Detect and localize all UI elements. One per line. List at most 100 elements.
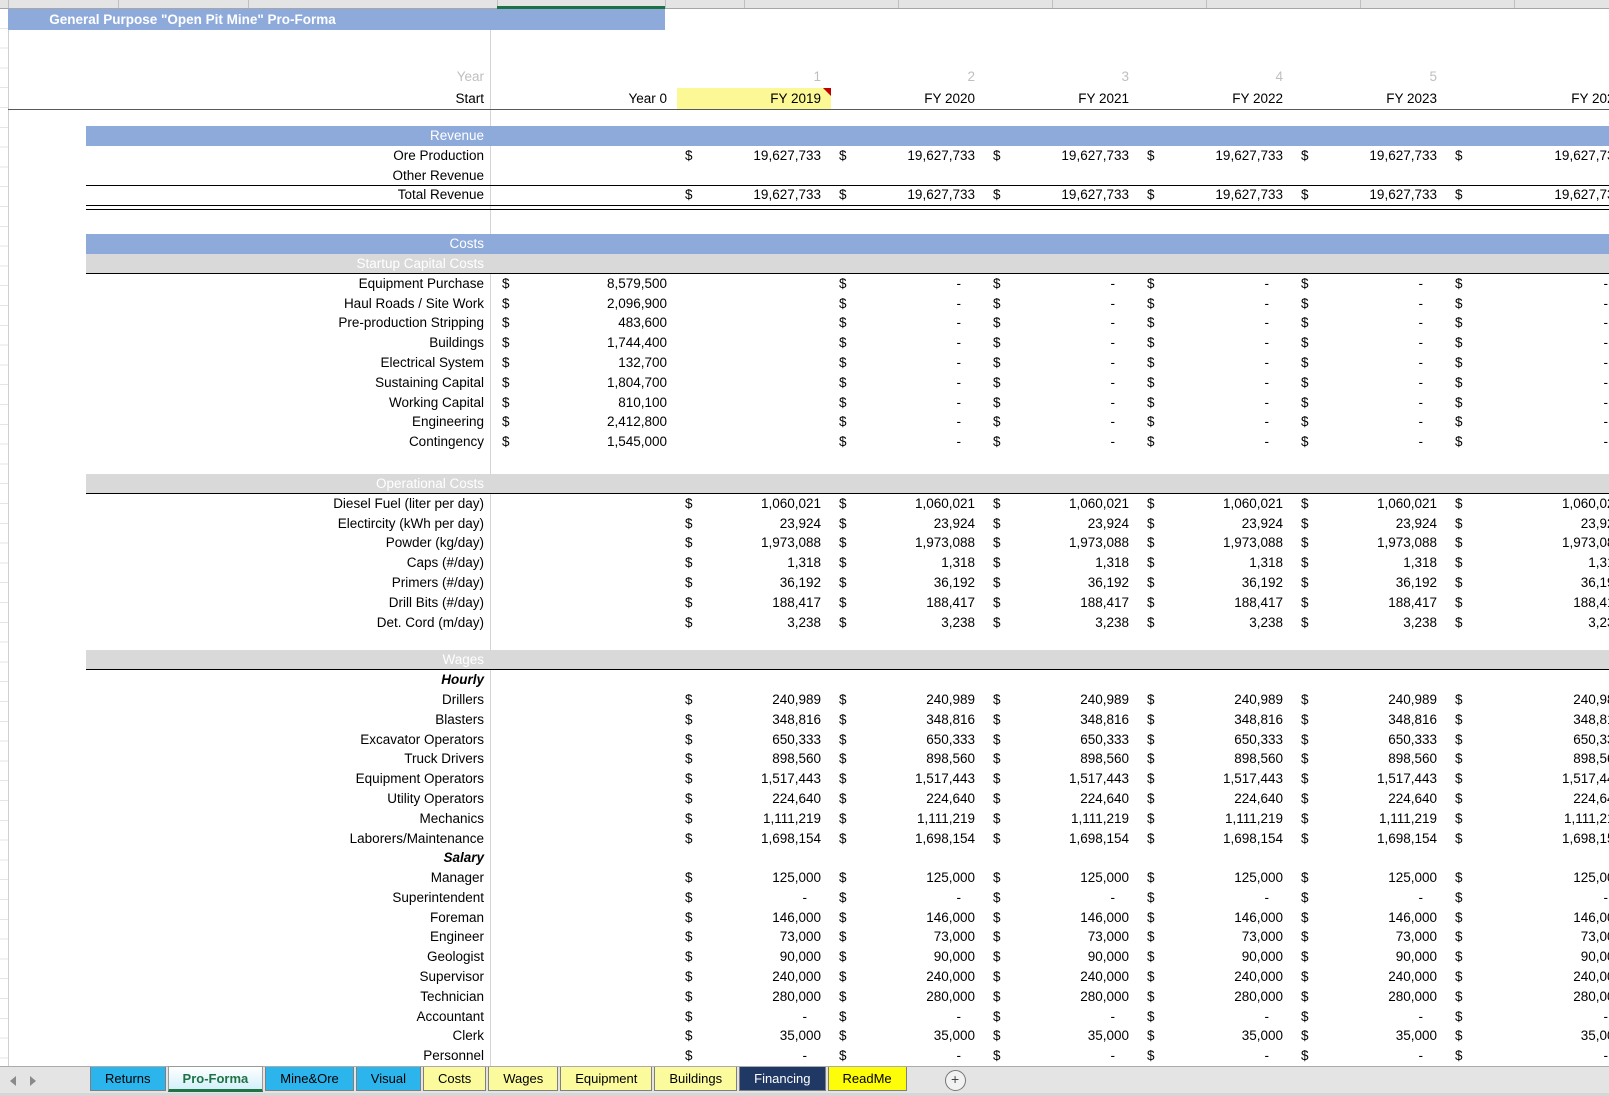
empty-cell[interactable]: [490, 730, 677, 750]
row-label[interactable]: Haul Roads / Site Work: [0, 294, 490, 314]
year-number[interactable]: 2: [831, 66, 985, 88]
money-cell[interactable]: $1,698,154: [677, 829, 831, 849]
row-label[interactable]: Working Capital: [0, 393, 490, 413]
empty-cell[interactable]: [677, 353, 831, 373]
empty-cell[interactable]: [1293, 166, 1447, 186]
empty-cell[interactable]: [490, 967, 677, 987]
empty-cell[interactable]: [490, 769, 677, 789]
money-cell[interactable]: $240,000: [831, 967, 985, 987]
money-cell[interactable]: $-: [985, 294, 1139, 314]
empty-cell[interactable]: [490, 1007, 677, 1027]
money-cell[interactable]: $35,000: [1139, 1026, 1293, 1046]
sheet-tab-wages[interactable]: Wages: [488, 1067, 558, 1091]
money-cell[interactable]: $125,000: [985, 868, 1139, 888]
money-cell[interactable]: $35,000: [1293, 1026, 1447, 1046]
money-cell[interactable]: $240,989: [831, 690, 985, 710]
money-cell[interactable]: $898,560: [1447, 749, 1609, 769]
money-cell[interactable]: $36,192: [1139, 573, 1293, 593]
row-label[interactable]: Drillers: [0, 690, 490, 710]
row-label[interactable]: Electrical System: [0, 353, 490, 373]
money-cell[interactable]: $-: [1293, 294, 1447, 314]
money-cell[interactable]: $73,000: [985, 927, 1139, 947]
money-cell[interactable]: $1,517,443: [1139, 769, 1293, 789]
money-cell[interactable]: $348,816: [831, 710, 985, 730]
empty-cell[interactable]: [677, 313, 831, 333]
empty-cell[interactable]: [1139, 166, 1293, 186]
money-cell[interactable]: $188,417: [677, 593, 831, 613]
money-cell[interactable]: $-: [1293, 333, 1447, 353]
money-cell[interactable]: $1,698,154: [1293, 829, 1447, 849]
money-cell[interactable]: $224,640: [1139, 789, 1293, 809]
money-cell[interactable]: $19,627,733: [831, 146, 985, 166]
empty-cell[interactable]: [490, 987, 677, 1007]
empty-cell[interactable]: [490, 185, 677, 205]
fiscal-year-header-fy2024[interactable]: FY 2024: [1447, 88, 1609, 110]
money-cell[interactable]: $3,238: [985, 613, 1139, 633]
money-cell[interactable]: $-: [1293, 353, 1447, 373]
empty-cell[interactable]: [985, 166, 1139, 186]
row-label[interactable]: Blasters: [0, 710, 490, 730]
empty-cell[interactable]: [1139, 670, 1293, 690]
money-cell[interactable]: $280,000: [831, 987, 985, 1007]
empty-cell[interactable]: [677, 373, 831, 393]
sheet-tab-costs[interactable]: Costs: [423, 1067, 486, 1091]
money-cell[interactable]: $1,318: [677, 553, 831, 573]
money-cell[interactable]: $146,000: [1447, 908, 1609, 928]
money-cell[interactable]: $3,238: [1293, 613, 1447, 633]
money-cell[interactable]: $898,560: [985, 749, 1139, 769]
section-bar-costs[interactable]: Costs: [86, 234, 1609, 254]
year-number[interactable]: 4: [1139, 66, 1293, 88]
money-cell[interactable]: $-: [831, 373, 985, 393]
money-cell[interactable]: $898,560: [1293, 749, 1447, 769]
money-cell[interactable]: $-: [1293, 274, 1447, 294]
money-cell[interactable]: $898,560: [831, 749, 985, 769]
money-cell[interactable]: $23,924: [1293, 514, 1447, 534]
empty-cell[interactable]: [490, 927, 677, 947]
empty-cell[interactable]: [490, 947, 677, 967]
money-cell[interactable]: $240,000: [985, 967, 1139, 987]
money-cell[interactable]: $146,000: [677, 908, 831, 928]
money-cell[interactable]: $-: [1293, 313, 1447, 333]
money-cell[interactable]: $1,517,443: [1447, 769, 1609, 789]
money-cell[interactable]: $-: [1447, 1007, 1609, 1027]
row-label[interactable]: Technician: [0, 987, 490, 1007]
money-cell[interactable]: $-: [985, 393, 1139, 413]
row-label[interactable]: Superintendent: [0, 888, 490, 908]
empty-cell[interactable]: [677, 274, 831, 294]
empty-cell[interactable]: [1447, 670, 1609, 690]
money-cell[interactable]: $90,000: [985, 947, 1139, 967]
money-cell[interactable]: $-: [1293, 888, 1447, 908]
money-cell[interactable]: $73,000: [1293, 927, 1447, 947]
row-label[interactable]: Engineer: [0, 927, 490, 947]
money-cell[interactable]: $188,417: [985, 593, 1139, 613]
money-cell[interactable]: $146,000: [985, 908, 1139, 928]
row-label[interactable]: Equipment Operators: [0, 769, 490, 789]
money-cell[interactable]: $650,333: [677, 730, 831, 750]
money-cell[interactable]: $1,318: [1447, 553, 1609, 573]
money-cell[interactable]: $-: [985, 1007, 1139, 1027]
money-cell[interactable]: $36,192: [985, 573, 1139, 593]
money-cell[interactable]: $73,000: [677, 927, 831, 947]
empty-cell[interactable]: [490, 533, 677, 553]
money-cell[interactable]: $1,698,154: [831, 829, 985, 849]
fiscal-year-header-fy2023[interactable]: FY 2023: [1293, 88, 1447, 110]
money-cell[interactable]: $1,318: [1293, 553, 1447, 573]
money-cell[interactable]: $1,973,088: [831, 533, 985, 553]
money-cell[interactable]: $1,111,219: [1447, 809, 1609, 829]
money-cell[interactable]: $-: [1447, 1046, 1609, 1066]
money-cell[interactable]: $-: [1139, 888, 1293, 908]
money-cell[interactable]: $224,640: [1293, 789, 1447, 809]
money-cell[interactable]: $19,627,733: [677, 146, 831, 166]
money-cell[interactable]: $-: [985, 1046, 1139, 1066]
sheet-tab-readme[interactable]: ReadMe: [828, 1067, 907, 1091]
money-cell[interactable]: $188,417: [831, 593, 985, 613]
row-label[interactable]: Excavator Operators: [0, 730, 490, 750]
empty-cell[interactable]: [490, 690, 677, 710]
sheet-tab-buildings[interactable]: Buildings: [654, 1067, 737, 1091]
money-cell[interactable]: $125,000: [677, 868, 831, 888]
row-label[interactable]: Pre-production Stripping: [0, 313, 490, 333]
sheet-tab-visual[interactable]: Visual: [356, 1067, 421, 1091]
money-cell[interactable]: $-: [1293, 412, 1447, 432]
money-cell[interactable]: $1,111,219: [1293, 809, 1447, 829]
money-cell[interactable]: $1,517,443: [985, 769, 1139, 789]
